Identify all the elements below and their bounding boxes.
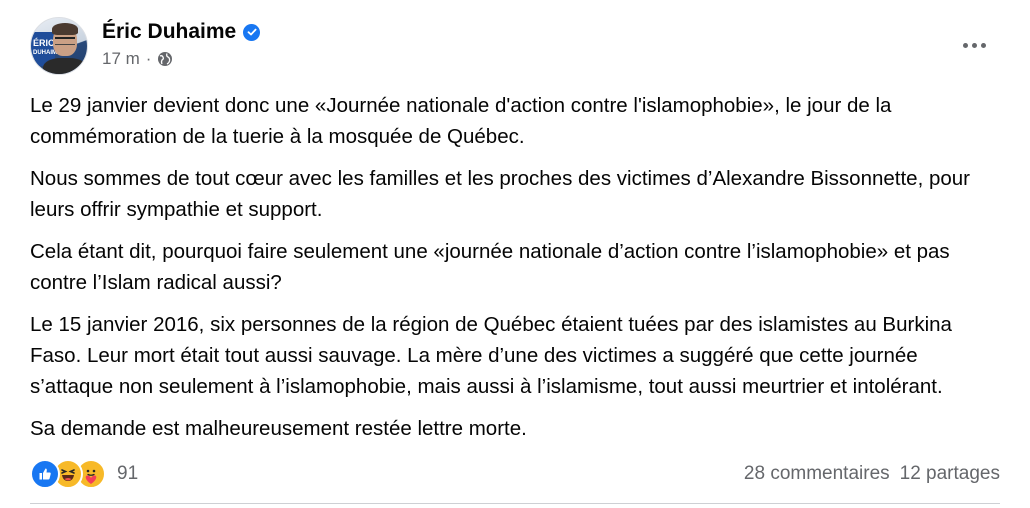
comments-count-link[interactable]: 28 commentaires — [744, 463, 890, 485]
globe-icon[interactable] — [157, 51, 173, 67]
more-options-icon[interactable] — [956, 30, 992, 60]
avatar-banner-text-1: ÉRIC — [33, 38, 55, 48]
post-timestamp[interactable]: 17 m — [102, 49, 140, 69]
post-paragraph-4: Le 15 janvier 2016, six personnes de la … — [30, 313, 952, 398]
shares-count-link[interactable]: 12 partages — [900, 463, 1000, 485]
post-header: ÉRIC DUHAIME Éric Duhaime 17 m · — [30, 17, 261, 79]
post-body: Le 29 janvier devient donc une «Journée … — [30, 90, 1005, 455]
post-meta: Éric Duhaime 17 m · — [102, 17, 261, 69]
post-paragraph-3: Cela étant dit, pourquoi faire seulement… — [30, 240, 950, 294]
avatar[interactable]: ÉRIC DUHAIME — [30, 17, 88, 75]
post-card: ÉRIC DUHAIME Éric Duhaime 17 m · Le 29 j… — [0, 0, 1030, 508]
reactions-summary[interactable]: 91 — [30, 459, 138, 489]
post-paragraph-5: Sa demande est malheureusement restée le… — [30, 417, 527, 440]
post-stats: 28 commentaires 12 partages — [744, 463, 1000, 485]
footer-divider — [30, 503, 1000, 504]
meta-separator: · — [145, 49, 152, 68]
post-paragraph-1: Le 29 janvier devient donc une «Journée … — [30, 94, 892, 148]
verified-badge-icon — [243, 23, 261, 41]
like-reaction-icon — [30, 459, 60, 489]
author-name[interactable]: Éric Duhaime — [102, 20, 236, 44]
post-footer: 91 28 commentaires 12 partages — [30, 456, 1000, 492]
reaction-count: 91 — [117, 463, 139, 484]
post-paragraph-2: Nous sommes de tout cœur avec les famill… — [30, 167, 970, 221]
